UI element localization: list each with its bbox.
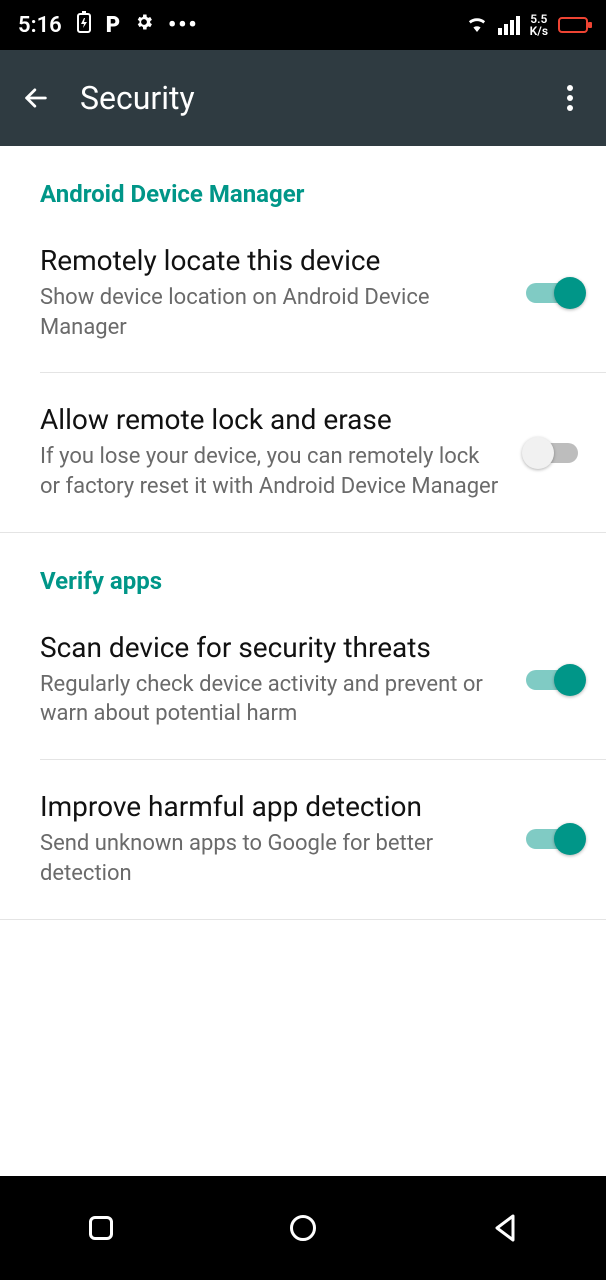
back-button[interactable] <box>14 76 58 120</box>
circle-icon <box>290 1215 316 1241</box>
battery-charging-icon <box>76 11 92 39</box>
nav-home-button[interactable] <box>263 1198 343 1258</box>
setting-title: Improve harmful app detection <box>40 790 500 823</box>
network-rate: 5.5 K/s <box>530 13 548 37</box>
wifi-icon <box>466 13 488 38</box>
setting-subtitle: Regularly check device activity and prev… <box>40 670 500 729</box>
toggle-improve-detection[interactable] <box>526 829 578 849</box>
overflow-menu-button[interactable] <box>548 76 592 120</box>
navigation-bar <box>0 1176 606 1280</box>
nav-recent-button[interactable] <box>61 1198 141 1258</box>
setting-remote-lock-erase[interactable]: Allow remote lock and erase If you lose … <box>0 373 606 531</box>
section-header-adm: Android Device Manager <box>0 146 606 214</box>
setting-remotely-locate[interactable]: Remotely locate this device Show device … <box>0 214 606 372</box>
setting-scan-threats[interactable]: Scan device for security threats Regular… <box>0 601 606 759</box>
section-divider <box>0 919 606 920</box>
setting-title: Scan device for security threats <box>40 631 500 664</box>
section-header-verify: Verify apps <box>0 533 606 601</box>
app-bar: Security <box>0 50 606 146</box>
signal-icon <box>498 16 520 35</box>
gear-icon <box>134 12 154 38</box>
setting-subtitle: Send unknown apps to Google for better d… <box>40 829 500 888</box>
toggle-remote-lock-erase[interactable] <box>526 443 578 463</box>
rate-unit: K/s <box>530 25 548 37</box>
toggle-remotely-locate[interactable] <box>526 283 578 303</box>
nav-back-button[interactable] <box>465 1198 545 1258</box>
square-icon <box>89 1216 113 1240</box>
triangle-back-icon <box>493 1214 517 1242</box>
status-time: 5:16 <box>18 13 62 38</box>
setting-subtitle: Show device location on Android Device M… <box>40 283 500 342</box>
setting-title: Remotely locate this device <box>40 244 500 277</box>
more-notifications-icon: ••• <box>168 13 198 38</box>
setting-title: Allow remote lock and erase <box>40 403 500 436</box>
setting-subtitle: If you lose your device, you can remotel… <box>40 442 500 501</box>
page-title: Security <box>80 79 548 117</box>
settings-list[interactable]: Android Device Manager Remotely locate t… <box>0 146 606 1176</box>
setting-improve-detection[interactable]: Improve harmful app detection Send unkno… <box>0 760 606 918</box>
toggle-scan-threats[interactable] <box>526 670 578 690</box>
p-icon: P <box>106 13 120 38</box>
battery-icon <box>558 17 588 33</box>
status-bar: 5:16 P ••• 5.5 K/s <box>0 0 606 50</box>
